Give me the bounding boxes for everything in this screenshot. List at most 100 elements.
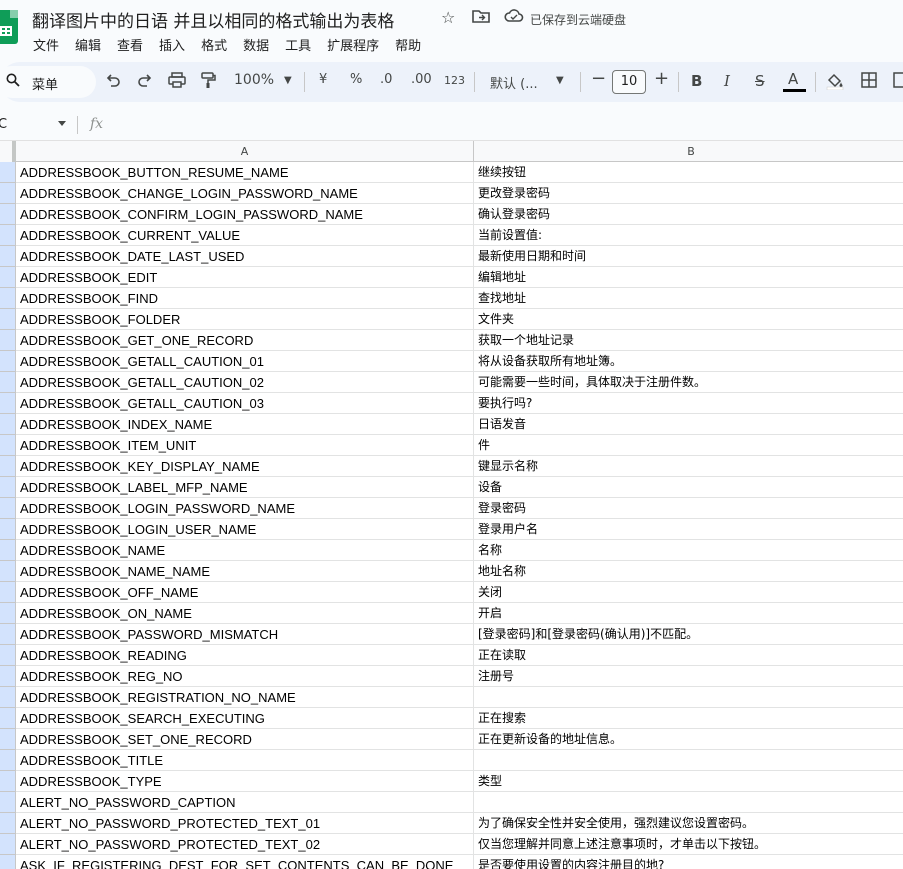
cell-translation[interactable]: 确认登录密码	[474, 204, 903, 225]
decrease-font-size-icon[interactable]: −	[591, 68, 606, 89]
cell-translation[interactable]: [登录密码]和[登录密码(确认用)]不匹配。	[474, 624, 903, 645]
cell-translation[interactable]: 当前设置值:	[474, 225, 903, 246]
cell-translation[interactable]: 更改登录密码	[474, 183, 903, 204]
row-header[interactable]	[0, 729, 16, 750]
cell-translation[interactable]: 继续按钮	[474, 162, 903, 183]
move-folder-icon[interactable]	[472, 8, 490, 28]
text-color-button[interactable]: A	[788, 70, 798, 88]
cell-key[interactable]: ADDRESSBOOK_NAME_NAME	[16, 561, 474, 582]
row-header[interactable]	[0, 582, 16, 603]
decrease-decimal-button[interactable]: .0	[380, 72, 392, 87]
cell-translation[interactable]: 关闭	[474, 582, 903, 603]
menu-edit[interactable]: 编辑	[75, 35, 101, 55]
menu-tools[interactable]: 工具	[285, 35, 311, 55]
row-header[interactable]	[0, 519, 16, 540]
cloud-saved-icon[interactable]	[504, 8, 524, 28]
row-header[interactable]	[0, 372, 16, 393]
cell-translation[interactable]: 仅当您理解并同意上述注意事项时，才单击以下按钮。	[474, 834, 903, 855]
cell-translation[interactable]: 日语发音	[474, 414, 903, 435]
cell-translation[interactable]	[474, 687, 903, 708]
font-size-input[interactable]: 10	[612, 70, 646, 94]
cell-key[interactable]: ALERT_NO_PASSWORD_PROTECTED_TEXT_01	[16, 813, 474, 834]
cell-key[interactable]: ADDRESSBOOK_LABEL_MFP_NAME	[16, 477, 474, 498]
cell-translation[interactable]: 类型	[474, 771, 903, 792]
menu-insert[interactable]: 插入	[159, 35, 185, 55]
cell-key[interactable]: ADDRESSBOOK_PASSWORD_MISMATCH	[16, 624, 474, 645]
row-header[interactable]	[0, 561, 16, 582]
row-header[interactable]	[0, 603, 16, 624]
cell-translation[interactable]: 为了确保安全性并安全使用，强烈建议您设置密码。	[474, 813, 903, 834]
cell-translation[interactable]: 登录密码	[474, 498, 903, 519]
star-icon[interactable]: ☆	[441, 8, 455, 27]
cell-key[interactable]: ADDRESSBOOK_TITLE	[16, 750, 474, 771]
row-header[interactable]	[0, 540, 16, 561]
row-header[interactable]	[0, 204, 16, 225]
cell-key[interactable]: ADDRESSBOOK_SET_ONE_RECORD	[16, 729, 474, 750]
row-header[interactable]	[0, 750, 16, 771]
cell-translation[interactable]: 名称	[474, 540, 903, 561]
row-header[interactable]	[0, 330, 16, 351]
cell-translation[interactable]: 键显示名称	[474, 456, 903, 477]
font-caret-icon[interactable]: ▼	[556, 75, 564, 86]
cell-translation[interactable]: 可能需要一些时间，具体取决于注册件数。	[474, 372, 903, 393]
row-header[interactable]	[0, 834, 16, 855]
cell-key[interactable]: ADDRESSBOOK_INDEX_NAME	[16, 414, 474, 435]
cell-key[interactable]: ALERT_NO_PASSWORD_CAPTION	[16, 792, 474, 813]
currency-format-button[interactable]: ¥	[319, 72, 327, 87]
row-header[interactable]	[0, 624, 16, 645]
cell-translation[interactable]: 获取一个地址记录	[474, 330, 903, 351]
undo-icon[interactable]	[105, 72, 121, 92]
cell-translation[interactable]: 登录用户名	[474, 519, 903, 540]
strikethrough-button[interactable]: S	[755, 72, 765, 90]
row-header[interactable]	[0, 309, 16, 330]
zoom-select[interactable]: 100%	[234, 72, 274, 88]
row-header[interactable]	[0, 855, 16, 869]
row-header[interactable]	[0, 498, 16, 519]
row-header[interactable]	[0, 771, 16, 792]
percent-format-button[interactable]: %	[350, 72, 362, 87]
row-header[interactable]	[0, 477, 16, 498]
cell-key[interactable]: ADDRESSBOOK_FIND	[16, 288, 474, 309]
cell-key[interactable]: ADDRESSBOOK_DATE_LAST_USED	[16, 246, 474, 267]
sheets-logo-icon[interactable]	[0, 10, 18, 44]
menu-help[interactable]: 帮助	[395, 35, 421, 55]
document-title[interactable]: 翻译图片中的日语 并且以相同的格式输出为表格	[32, 7, 394, 32]
cell-key[interactable]: ADDRESSBOOK_CHANGE_LOGIN_PASSWORD_NAME	[16, 183, 474, 204]
cell-translation[interactable]	[474, 750, 903, 771]
cell-translation[interactable]: 要执行吗?	[474, 393, 903, 414]
cell-key[interactable]: ADDRESSBOOK_SEARCH_EXECUTING	[16, 708, 474, 729]
menu-format[interactable]: 格式	[201, 35, 227, 55]
cell-key[interactable]: ADDRESSBOOK_REG_NO	[16, 666, 474, 687]
cell-key[interactable]: ADDRESSBOOK_FOLDER	[16, 309, 474, 330]
menu-extensions[interactable]: 扩展程序	[327, 35, 379, 55]
select-all-corner[interactable]	[0, 141, 16, 162]
menu-data[interactable]: 数据	[243, 35, 269, 55]
cell-translation[interactable]: 将从设备获取所有地址簿。	[474, 351, 903, 372]
cell-key[interactable]: ADDRESSBOOK_CONFIRM_LOGIN_PASSWORD_NAME	[16, 204, 474, 225]
cell-key[interactable]: ADDRESSBOOK_EDIT	[16, 267, 474, 288]
row-header[interactable]	[0, 288, 16, 309]
cell-key[interactable]: ADDRESSBOOK_GETALL_CAUTION_01	[16, 351, 474, 372]
cell-key[interactable]: ASK_IF_REGISTERING_DEST_FOR_SET_CONTENTS…	[16, 855, 474, 869]
cell-translation[interactable]: 正在搜索	[474, 708, 903, 729]
menu-file[interactable]: 文件	[33, 35, 59, 55]
cell-key[interactable]: ADDRESSBOOK_LOGIN_PASSWORD_NAME	[16, 498, 474, 519]
cell-translation[interactable]: 开启	[474, 603, 903, 624]
cell-key[interactable]: ADDRESSBOOK_GET_ONE_RECORD	[16, 330, 474, 351]
menu-view[interactable]: 查看	[117, 35, 143, 55]
merge-cells-icon[interactable]	[893, 72, 903, 92]
cell-key[interactable]: ADDRESSBOOK_GETALL_CAUTION_02	[16, 372, 474, 393]
row-header[interactable]	[0, 708, 16, 729]
name-box-caret-icon[interactable]	[58, 121, 66, 126]
cell-key[interactable]: ADDRESSBOOK_ITEM_UNIT	[16, 435, 474, 456]
cell-translation[interactable]: 注册号	[474, 666, 903, 687]
cell-key[interactable]: ADDRESSBOOK_ON_NAME	[16, 603, 474, 624]
increase-decimal-button[interactable]: .00	[411, 72, 432, 87]
cell-key[interactable]: ADDRESSBOOK_BUTTON_RESUME_NAME	[16, 162, 474, 183]
cell-key[interactable]: ADDRESSBOOK_CURRENT_VALUE	[16, 225, 474, 246]
menu-search-box[interactable]: 菜单	[0, 66, 96, 98]
cell-key[interactable]: ADDRESSBOOK_REGISTRATION_NO_NAME	[16, 687, 474, 708]
row-header[interactable]	[0, 414, 16, 435]
row-header[interactable]	[0, 792, 16, 813]
column-header-b[interactable]: B	[474, 141, 903, 162]
